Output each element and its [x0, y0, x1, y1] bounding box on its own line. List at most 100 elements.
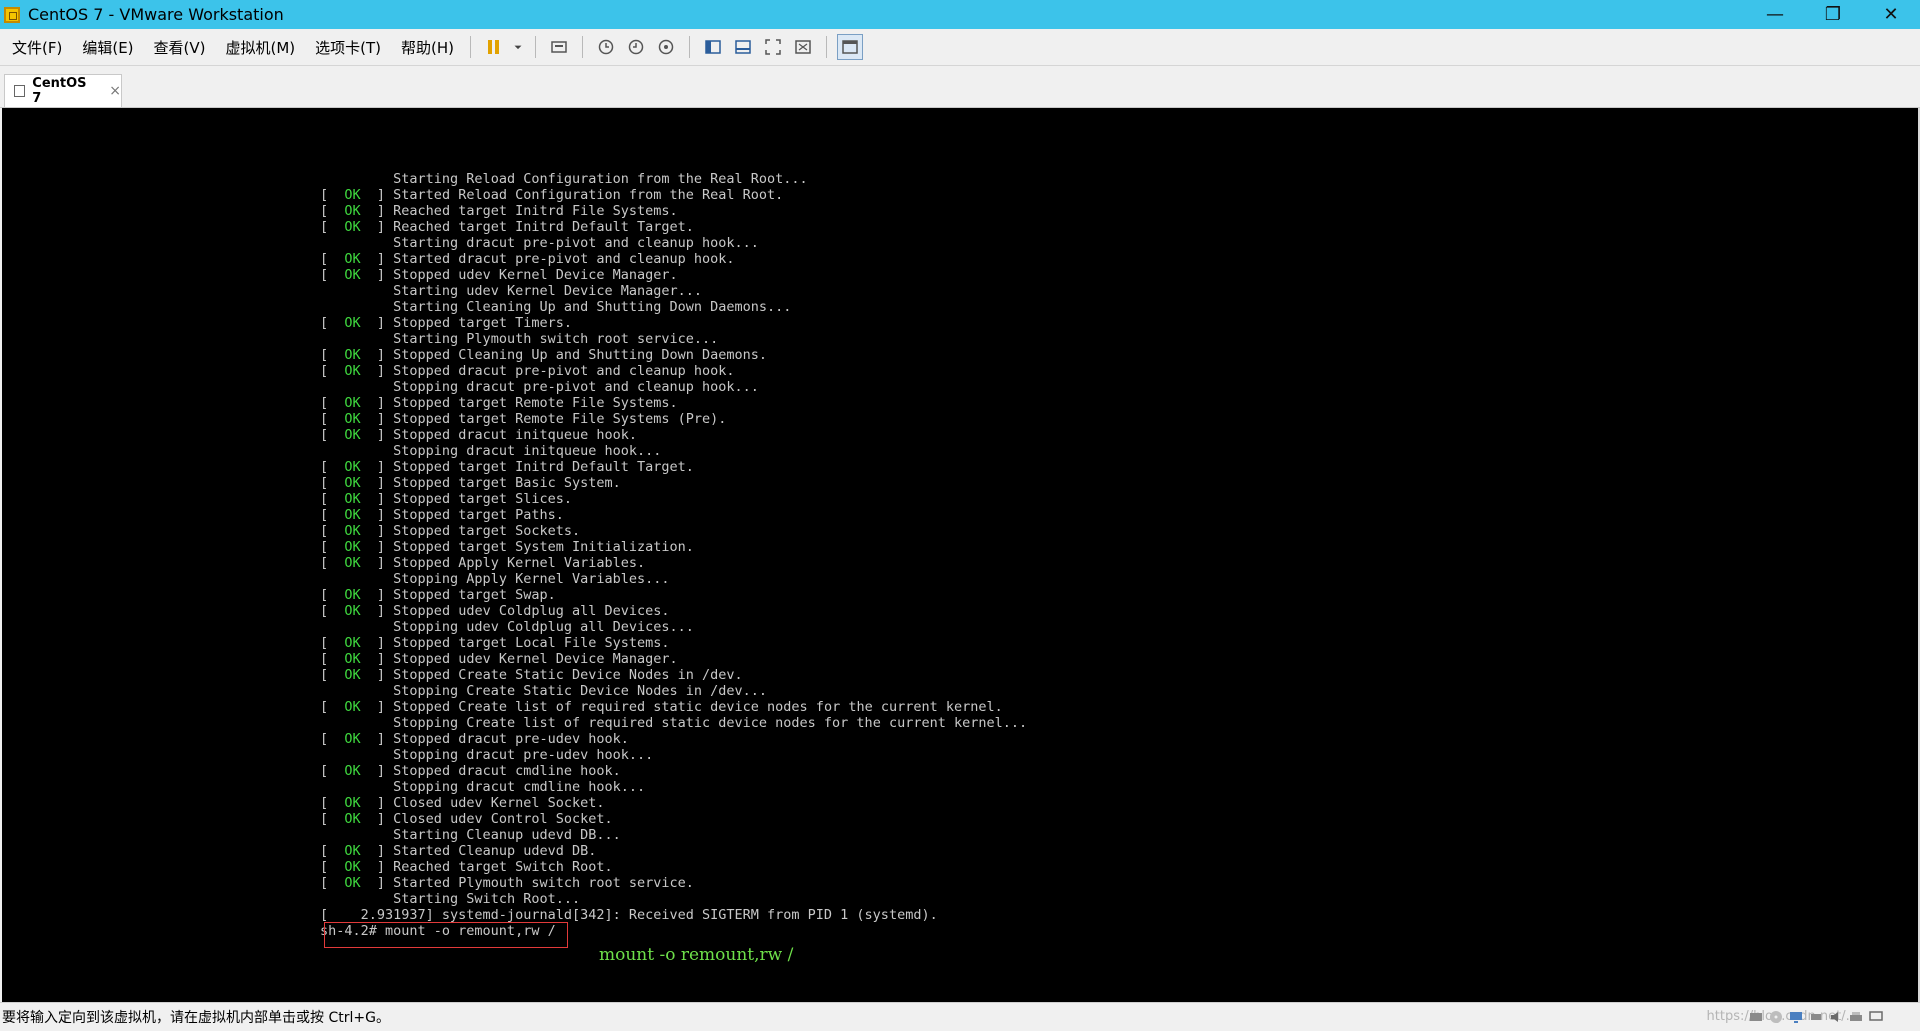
- status-bracket-open: [: [320, 875, 345, 891]
- ok-status: OK: [344, 539, 361, 555]
- console-line: Starting Reload Configuration from the R…: [320, 171, 1027, 187]
- send-keys-icon: [551, 41, 567, 53]
- fullscreen-button[interactable]: [760, 34, 786, 60]
- send-ctrl-alt-del-button[interactable]: [546, 34, 572, 60]
- console-line: Stopping udev Coldplug all Devices...: [320, 619, 1027, 635]
- status-bracket-close: ]: [360, 699, 394, 715]
- console-line: Stopping dracut initqueue hook...: [320, 443, 1027, 459]
- menu-vm[interactable]: 虚拟机(M): [218, 37, 304, 58]
- thumbnail-view-button[interactable]: [837, 34, 864, 60]
- minimize-button[interactable]: —: [1746, 0, 1804, 29]
- restore-button[interactable]: ❐: [1804, 0, 1862, 29]
- console-line-text: Stopping Apply Kernel Variables...: [393, 571, 670, 587]
- status-bracket-close: ]: [360, 763, 394, 779]
- unity-button[interactable]: [790, 34, 816, 60]
- status-bracket-close: ]: [360, 635, 394, 651]
- revert-snapshot-icon: [628, 39, 644, 55]
- power-dropdown-button[interactable]: [511, 34, 525, 60]
- console-line: Stopping dracut pre-udev hook...: [320, 747, 1027, 763]
- toolbar-separator: [582, 36, 584, 58]
- menu-help[interactable]: 帮助(H): [393, 37, 462, 58]
- console-line-text: Stopped target Local File Systems.: [393, 635, 670, 651]
- console-line-text: Stopped udev Kernel Device Manager.: [393, 267, 678, 283]
- vm-console[interactable]: Starting Reload Configuration from the R…: [2, 108, 1918, 1002]
- console-line: [ OK ] Closed udev Kernel Socket.: [320, 795, 1027, 811]
- device-status-icons: [1748, 1009, 1884, 1025]
- menu-toolbar: 文件(F) 编辑(E) 查看(V) 虚拟机(M) 选项卡(T) 帮助(H): [0, 29, 1920, 66]
- console-line-text: Stopped dracut pre-pivot and cleanup hoo…: [393, 363, 735, 379]
- network-icon[interactable]: [1788, 1009, 1804, 1025]
- library-button[interactable]: [700, 34, 726, 60]
- title-bar: CentOS 7 - VMware Workstation — ❐ ✕: [0, 0, 1920, 29]
- snapshot-manager-button[interactable]: [653, 34, 679, 60]
- status-bracket-close: ]: [360, 315, 394, 331]
- console-line: Stopping dracut cmdline hook...: [320, 779, 1027, 795]
- console-line: Stopping Create list of required static …: [320, 715, 1027, 731]
- console-line: [ OK ] Stopped target Sockets.: [320, 523, 1027, 539]
- command-highlight-box: [324, 922, 568, 948]
- menu-edit[interactable]: 编辑(E): [74, 37, 141, 58]
- printer-icon[interactable]: [1848, 1009, 1864, 1025]
- console-line-text: Closed udev Control Socket.: [393, 811, 613, 827]
- status-bracket-open: [: [320, 187, 345, 203]
- ok-status: OK: [344, 763, 361, 779]
- console-line-text: Stopped udev Kernel Device Manager.: [393, 651, 678, 667]
- ok-status: OK: [344, 219, 361, 235]
- status-blank: [320, 235, 393, 251]
- hard-disk-icon[interactable]: [1748, 1009, 1764, 1025]
- status-blank: [320, 283, 393, 299]
- console-view-icon: [735, 40, 751, 54]
- console-line-text: Stopped target Swap.: [393, 587, 556, 603]
- pause-button[interactable]: [481, 34, 507, 60]
- status-bracket-close: ]: [360, 811, 394, 827]
- sound-icon[interactable]: [1828, 1009, 1844, 1025]
- tab-close-icon[interactable]: ×: [109, 83, 121, 99]
- status-bracket-open: [: [320, 459, 345, 475]
- console-line-text: Started dracut pre-pivot and cleanup hoo…: [393, 251, 735, 267]
- toolbar-separator: [689, 36, 691, 58]
- console-line-text: Stopping dracut pre-pivot and cleanup ho…: [393, 379, 759, 395]
- menu-file[interactable]: 文件(F): [4, 37, 70, 58]
- status-bracket-open: [: [320, 667, 345, 683]
- status-bracket-close: ]: [360, 427, 394, 443]
- thumbnail-icon: [842, 40, 858, 54]
- menu-tabs[interactable]: 选项卡(T): [307, 37, 389, 58]
- console-line: [ OK ] Stopped target Basic System.: [320, 475, 1027, 491]
- status-blank: [320, 715, 393, 731]
- status-bracket-close: ]: [360, 219, 394, 235]
- status-bracket-close: ]: [360, 651, 394, 667]
- ok-status: OK: [344, 843, 361, 859]
- console-view-button[interactable]: [730, 34, 756, 60]
- ok-status: OK: [344, 859, 361, 875]
- menu-view[interactable]: 查看(V): [146, 37, 214, 58]
- status-bracket-close: ]: [360, 523, 394, 539]
- console-line-text: Stopped target Basic System.: [393, 475, 621, 491]
- status-bracket-close: ]: [360, 475, 394, 491]
- console-line: [ OK ] Stopped dracut pre-udev hook.: [320, 731, 1027, 747]
- revert-snapshot-button[interactable]: [623, 34, 649, 60]
- console-line: [ OK ] Stopped target System Initializat…: [320, 539, 1027, 555]
- console-line: [ OK ] Stopped target Remote File System…: [320, 395, 1027, 411]
- console-line-text: Stopped dracut initqueue hook.: [393, 427, 638, 443]
- cd-dvd-icon[interactable]: [1768, 1009, 1784, 1025]
- console-line: [ OK ] Stopped Create list of required s…: [320, 699, 1027, 715]
- status-bracket-open: [: [320, 491, 345, 507]
- status-bracket-close: ]: [360, 363, 394, 379]
- status-blank: [320, 443, 393, 459]
- close-button[interactable]: ✕: [1862, 0, 1920, 29]
- console-line-text: Started Cleanup udevd DB.: [393, 843, 597, 859]
- status-bracket-close: ]: [360, 459, 394, 475]
- console-line-text: Stopped dracut cmdline hook.: [393, 763, 621, 779]
- usb-icon[interactable]: [1808, 1009, 1824, 1025]
- console-line: [ OK ] Stopped dracut cmdline hook.: [320, 763, 1027, 779]
- console-line: [ OK ] Reached target Switch Root.: [320, 859, 1027, 875]
- status-blank: [320, 331, 393, 347]
- console-line-text: Starting dracut pre-pivot and cleanup ho…: [393, 235, 759, 251]
- display-icon[interactable]: [1868, 1009, 1884, 1025]
- status-bracket-close: ]: [360, 875, 394, 891]
- tab-centos7[interactable]: CentOS 7 ×: [4, 74, 122, 107]
- status-message: 要将输入定向到该虚拟机，请在虚拟机内部单击或按 Ctrl+G。: [2, 1010, 390, 1026]
- console-line-text: Stopping Create Static Device Nodes in /…: [393, 683, 768, 699]
- snapshot-button[interactable]: [593, 34, 619, 60]
- status-bracket-open: [: [320, 219, 345, 235]
